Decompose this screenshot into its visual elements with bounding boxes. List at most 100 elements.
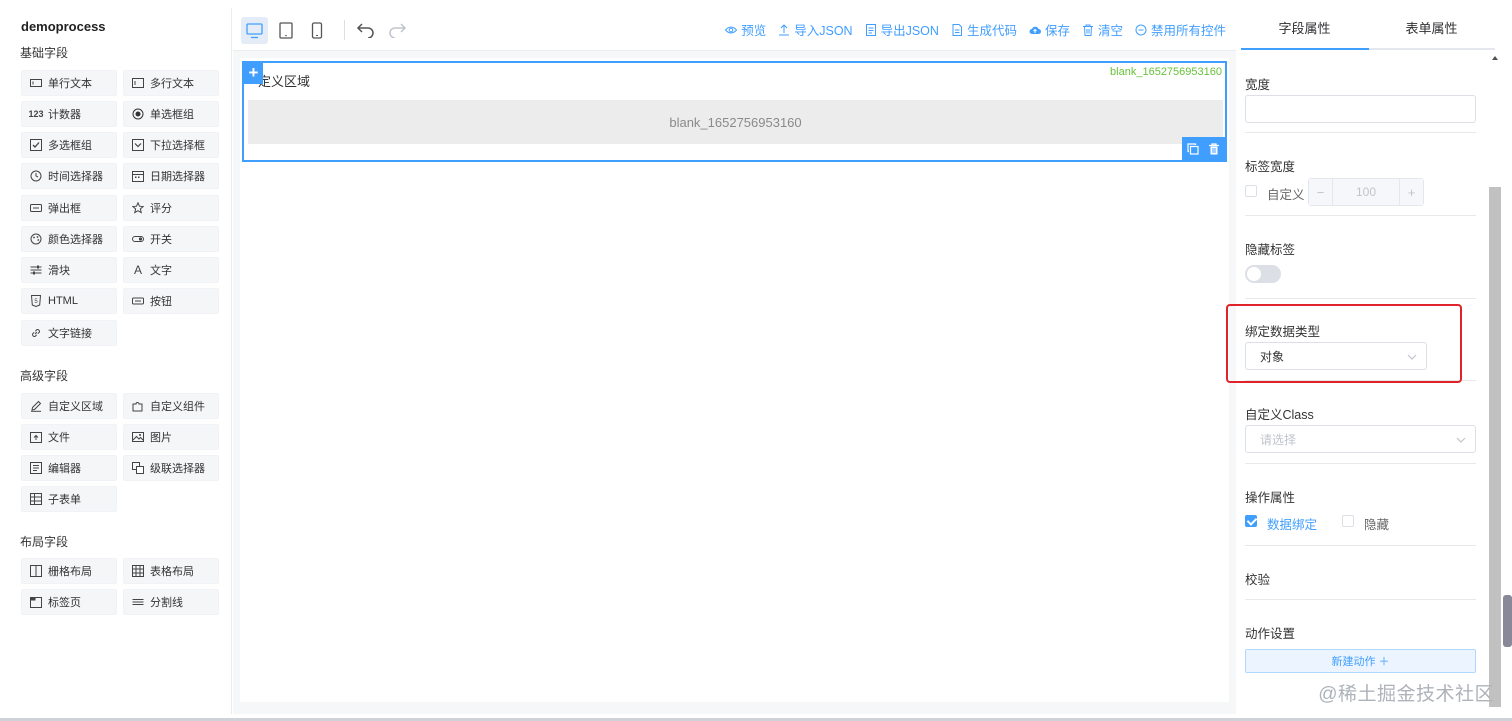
comp-dialog[interactable]: 弹出框 (21, 195, 117, 221)
bind-data-type-select[interactable]: 对象 (1245, 342, 1427, 370)
comp-date-picker[interactable]: 日期选择器 (123, 163, 219, 189)
comp-checkbox-group[interactable]: 多选框组 (21, 132, 117, 158)
stepper-increase[interactable]: + (1399, 179, 1423, 205)
form-canvas[interactable]: 定义区域 + blank_1652756953160 blank_1652756… (240, 58, 1229, 702)
html-icon: 5 (30, 295, 42, 307)
delete-icon[interactable] (1208, 142, 1220, 155)
new-action-button[interactable]: 新建动作 ＋ (1245, 649, 1476, 673)
label-width-custom-checkbox[interactable] (1245, 185, 1257, 197)
comp-label: 级联选择器 (150, 463, 205, 475)
custom-class-select[interactable]: 请选择 (1245, 425, 1476, 453)
import-json-button[interactable]: 导入JSON (778, 20, 853, 39)
comp-rate[interactable]: 评分 (123, 195, 219, 221)
property-scrollbar[interactable] (1489, 187, 1501, 707)
comp-time-picker[interactable]: 时间选择器 (21, 163, 117, 189)
text-icon: A (133, 263, 142, 277)
export-json-button[interactable]: 导出JSON (865, 20, 939, 39)
trash-icon (1082, 24, 1093, 36)
comp-slider[interactable]: 滑块 (21, 257, 117, 283)
comp-grid-layout[interactable]: 栅格布局 (21, 558, 117, 584)
comp-single-line-text[interactable]: 单行文本 (21, 70, 117, 96)
comp-custom-area[interactable]: 自定义区域 (21, 393, 117, 419)
action-settings-label: 动作设置 (1245, 627, 1296, 641)
comp-subform[interactable]: 子表单 (21, 486, 117, 512)
mobile-view-button[interactable] (303, 17, 330, 44)
clear-button[interactable]: 清空 (1082, 20, 1123, 39)
comp-editor[interactable]: 编辑器 (21, 455, 117, 481)
label-width-stepper[interactable]: − 100 + (1308, 178, 1424, 206)
save-button[interactable]: 保存 (1029, 20, 1070, 39)
add-icon[interactable]: + (244, 63, 263, 84)
comp-label: 分割线 (150, 597, 183, 609)
data-bind-label: 数据绑定 (1267, 518, 1318, 532)
comp-tabs[interactable]: 标签页 (21, 589, 117, 615)
property-panel: 字段属性 表单属性 宽度 标签宽度 自定义 − 100 + 隐藏标签 绑定数据类… (1237, 8, 1512, 714)
side-handle[interactable] (1503, 595, 1512, 647)
data-bind-checkbox[interactable] (1245, 515, 1257, 527)
hide-label-switch[interactable] (1245, 265, 1281, 283)
comp-select[interactable]: 下拉选择框 (123, 132, 219, 158)
table-icon (30, 493, 42, 505)
scroll-up-arrow-icon[interactable] (1489, 52, 1501, 64)
copy-icon[interactable] (1187, 142, 1199, 155)
hide-label-label: 隐藏标签 (1245, 243, 1296, 257)
comp-html[interactable]: 5 HTML (21, 288, 117, 314)
undo-button[interactable] (355, 19, 377, 41)
group-title-advanced: 高级字段 (20, 369, 69, 383)
comp-cascader[interactable]: 级联选择器 (123, 455, 219, 481)
image-icon (132, 431, 144, 443)
comp-label: 多选框组 (48, 140, 92, 152)
comp-custom-component[interactable]: 自定义组件 (123, 393, 219, 419)
preview-button[interactable]: 预览 (725, 20, 766, 39)
tab-field-props[interactable]: 字段属性 (1241, 8, 1368, 50)
multi-line-text-icon (132, 77, 144, 89)
comp-counter[interactable]: 123 计数器 (21, 101, 117, 127)
comp-label: 按钮 (150, 296, 172, 308)
custom-area-widget[interactable]: 定义区域 + blank_1652756953160 blank_1652756… (242, 61, 1227, 162)
comp-divider[interactable]: 分割线 (123, 589, 219, 615)
comp-label: 自定义组件 (150, 401, 205, 413)
editor-icon (30, 462, 42, 474)
hidden-label: 隐藏 (1364, 518, 1390, 532)
comp-image[interactable]: 图片 (123, 424, 219, 450)
comp-radio-group[interactable]: 单选框组 (123, 101, 219, 127)
widget-id: blank_1652756953160 (1110, 66, 1222, 78)
stepper-decrease[interactable]: − (1309, 179, 1333, 205)
comp-label: 评分 (150, 203, 172, 215)
pad-view-button[interactable] (272, 17, 299, 44)
chevron-down-icon (1407, 354, 1417, 360)
comp-label: 子表单 (48, 494, 81, 506)
switch-icon (132, 233, 144, 245)
disable-all-button[interactable]: 禁用所有控件 (1135, 20, 1226, 39)
validate-label[interactable]: 校验 (1245, 569, 1270, 588)
width-input[interactable] (1245, 95, 1476, 123)
comp-label: 文字 (150, 265, 172, 277)
component-panel: demoprocess 基础字段 高级字段 布局字段 单行文本 多行文本 123… (10, 8, 232, 714)
label-width-label: 标签宽度 (1245, 160, 1296, 174)
hidden-checkbox[interactable] (1342, 515, 1354, 527)
comp-table-layout[interactable]: 表格布局 (123, 558, 219, 584)
pc-view-button[interactable] (241, 17, 268, 44)
comp-text[interactable]: A 文字 (123, 257, 219, 283)
comp-button[interactable]: 按钮 (123, 288, 219, 314)
tab-form-props[interactable]: 表单属性 (1368, 8, 1495, 50)
comp-label: 标签页 (48, 597, 81, 609)
generate-code-button[interactable]: 生成代码 (951, 20, 1017, 39)
widget-tools (1182, 137, 1225, 160)
clock-icon (30, 170, 42, 182)
comp-label: HTML (48, 295, 78, 307)
redo-button[interactable] (386, 19, 408, 41)
width-label: 宽度 (1245, 78, 1271, 92)
comp-color-picker[interactable]: 颜色选择器 (21, 226, 117, 252)
comp-label: 下拉选择框 (150, 140, 205, 152)
dialog-icon (30, 202, 42, 214)
redo-icon (389, 23, 407, 38)
tabs-icon (30, 596, 42, 608)
comp-multi-line-text[interactable]: 多行文本 (123, 70, 219, 96)
toolbar-separator (344, 20, 345, 40)
comp-switch[interactable]: 开关 (123, 226, 219, 252)
property-tabs: 字段属性 表单属性 (1241, 8, 1495, 50)
comp-label: 滑块 (48, 265, 70, 277)
comp-link[interactable]: 文字链接 (21, 320, 117, 346)
comp-file[interactable]: 文件 (21, 424, 117, 450)
